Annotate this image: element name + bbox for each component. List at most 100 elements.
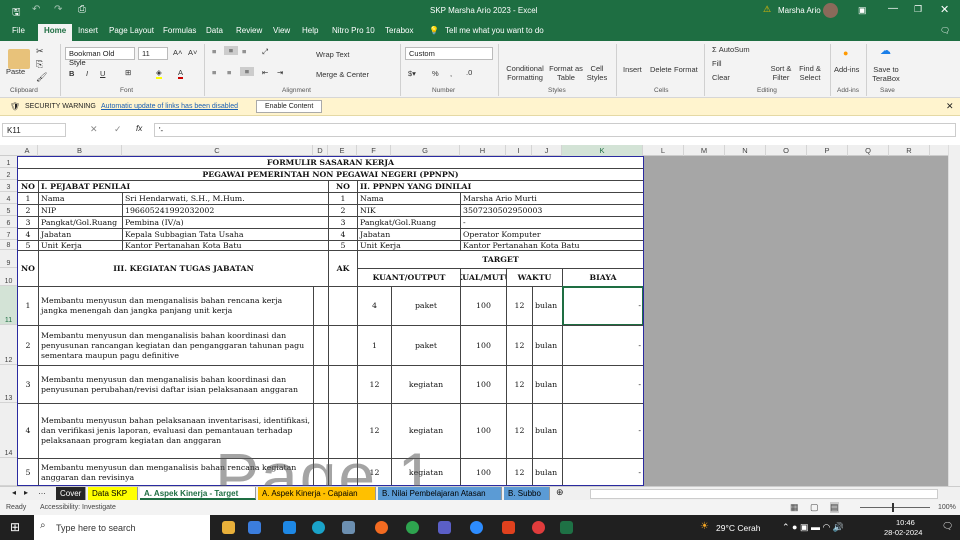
zoom-level[interactable]: 100%	[938, 504, 956, 511]
row-header[interactable]: 14	[0, 403, 17, 458]
cell[interactable]	[313, 286, 329, 326]
font-color-icon[interactable]: A	[178, 68, 184, 79]
insert-cells-button[interactable]: Insert	[623, 65, 642, 74]
tab-nitro[interactable]: Nitro Pro 10	[332, 26, 375, 35]
tell-me-search[interactable]: Tell me what you want to do	[445, 26, 544, 35]
task-quantity[interactable]: 12	[357, 403, 392, 459]
app-icon[interactable]	[342, 521, 355, 534]
task-quality[interactable]: 100	[460, 365, 507, 404]
task-no[interactable]: 4	[17, 403, 39, 459]
task-quality[interactable]: 100	[460, 325, 507, 366]
save-terabox-button[interactable]: Save to TeraBox	[870, 65, 902, 83]
decrease-font-icon[interactable]: A˅	[188, 48, 197, 57]
task-no[interactable]: 1	[17, 286, 39, 326]
sheet-tab[interactable]: B. Nilai Pembelajaran Atasan	[378, 487, 502, 500]
header-no[interactable]: NO	[17, 250, 39, 287]
task-unit[interactable]: paket	[391, 325, 461, 366]
row-header[interactable]: 2	[0, 168, 17, 180]
clear-button[interactable]: Clear	[712, 73, 730, 82]
enable-content-button[interactable]: Enable Content	[256, 100, 323, 113]
print-preview-icon[interactable]: ⎙	[78, 4, 86, 15]
firefox-icon[interactable]	[375, 521, 388, 534]
task-no[interactable]: 5	[17, 458, 39, 487]
tab-review[interactable]: Review	[236, 26, 262, 35]
row-header[interactable]: 3	[0, 180, 17, 192]
number-format-select[interactable]: Custom	[405, 47, 493, 60]
sheet-tab[interactable]: A. Aspek Kinerja - Capaian	[258, 487, 376, 500]
sheet-tab[interactable]: A. Aspek Kinerja - Target	[140, 487, 256, 500]
format-as-table-button[interactable]: Format as Table	[548, 64, 584, 82]
column-header[interactable]: I	[506, 145, 532, 156]
row-header[interactable]: 10	[0, 268, 17, 286]
cancel-icon[interactable]: ✕	[90, 124, 98, 135]
task-quantity[interactable]: 12	[357, 365, 392, 404]
task-quality[interactable]: 100	[460, 403, 507, 459]
column-header[interactable]: N	[725, 145, 766, 156]
align-middle-icon[interactable]: ≡	[224, 46, 238, 55]
teams-icon[interactable]	[438, 521, 451, 534]
horizontal-scrollbar[interactable]	[590, 489, 938, 499]
user-name[interactable]: Marsha Ario	[778, 6, 821, 15]
task-quality[interactable]: 100	[460, 458, 507, 487]
task-time[interactable]: 12	[506, 286, 533, 326]
tab-terabox[interactable]: Terabox	[385, 26, 413, 35]
cell[interactable]	[313, 403, 329, 459]
tab-home[interactable]: Home	[38, 24, 73, 41]
task-unit[interactable]: kegiatan	[391, 403, 461, 459]
minimize-button[interactable]: —	[888, 3, 898, 14]
column-header[interactable]: A	[17, 145, 38, 156]
column-header[interactable]: L	[643, 145, 684, 156]
row-header[interactable]: 6	[0, 216, 17, 228]
column-header[interactable]: M	[684, 145, 725, 156]
copy-icon[interactable]: ⎘	[36, 60, 43, 69]
zoom-slider-thumb[interactable]	[892, 503, 894, 512]
bold-button[interactable]: B	[69, 69, 74, 78]
row-header[interactable]: 12	[0, 325, 17, 365]
sheet-tab[interactable]: B. Subbo	[504, 487, 550, 500]
task-description[interactable]: Membantu menyusun dan menganalisis bahan…	[38, 325, 314, 366]
comma-icon[interactable]: ,	[450, 69, 452, 78]
column-header[interactable]: E	[328, 145, 357, 156]
italic-button[interactable]: I	[86, 69, 88, 78]
clock-date[interactable]: 28-02-2024	[884, 528, 922, 537]
task-ak[interactable]	[328, 286, 358, 326]
add-sheet-icon[interactable]: ⊕	[556, 487, 564, 498]
borders-icon[interactable]: ⊞	[125, 68, 131, 77]
task-quantity[interactable]: 1	[357, 325, 392, 366]
find-select-button[interactable]: Find & Select	[796, 64, 824, 82]
task-ak[interactable]	[328, 325, 358, 366]
task-description[interactable]: Membantu menyusun dan menganalisis bahan…	[38, 365, 314, 404]
task-cost[interactable]: -	[562, 365, 644, 404]
redo-icon[interactable]: ↷	[54, 4, 62, 15]
column-header[interactable]: J	[532, 145, 562, 156]
avatar[interactable]	[823, 3, 838, 18]
underline-button[interactable]: U	[100, 69, 105, 78]
task-no[interactable]: 2	[17, 325, 39, 366]
app-icon[interactable]	[532, 521, 545, 534]
task-time-unit[interactable]: bulan	[532, 458, 563, 487]
task-no[interactable]: 3	[17, 365, 39, 404]
row-header[interactable]	[0, 458, 17, 486]
row-header[interactable]: 7	[0, 228, 17, 240]
restore-button[interactable]: ❐	[914, 4, 922, 15]
formula-input[interactable]: '-	[154, 123, 956, 137]
column-header[interactable]: F	[357, 145, 391, 156]
percent-icon[interactable]: %	[432, 69, 439, 78]
selected-cell[interactable]: -	[562, 286, 644, 326]
increase-decimal-icon[interactable]: .0	[466, 68, 472, 77]
sheet-tab[interactable]: Data SKP	[88, 487, 138, 500]
task-quantity[interactable]: 4	[357, 286, 392, 326]
tray-icons[interactable]: ⌃ ● ▣ ▬ ◠ 🔊	[782, 522, 844, 533]
vertical-scrollbar[interactable]	[948, 145, 960, 486]
task-time-unit[interactable]: bulan	[532, 325, 563, 366]
column-header[interactable]: G	[391, 145, 460, 156]
header-waktu[interactable]: WAKTU	[506, 268, 563, 287]
decrease-indent-icon[interactable]: ⇤	[262, 68, 268, 77]
merge-center-button[interactable]: Merge & Center	[316, 70, 369, 79]
align-bottom-icon[interactable]: ≡	[242, 47, 246, 56]
task-unit[interactable]: kegiatan	[391, 458, 461, 487]
task-cost[interactable]: -	[562, 458, 644, 487]
section-kegiatan[interactable]: III. KEGIATAN TUGAS JABATAN	[38, 250, 329, 287]
row-header[interactable]: 8	[0, 240, 17, 250]
align-center-icon[interactable]: ≡	[227, 68, 231, 77]
